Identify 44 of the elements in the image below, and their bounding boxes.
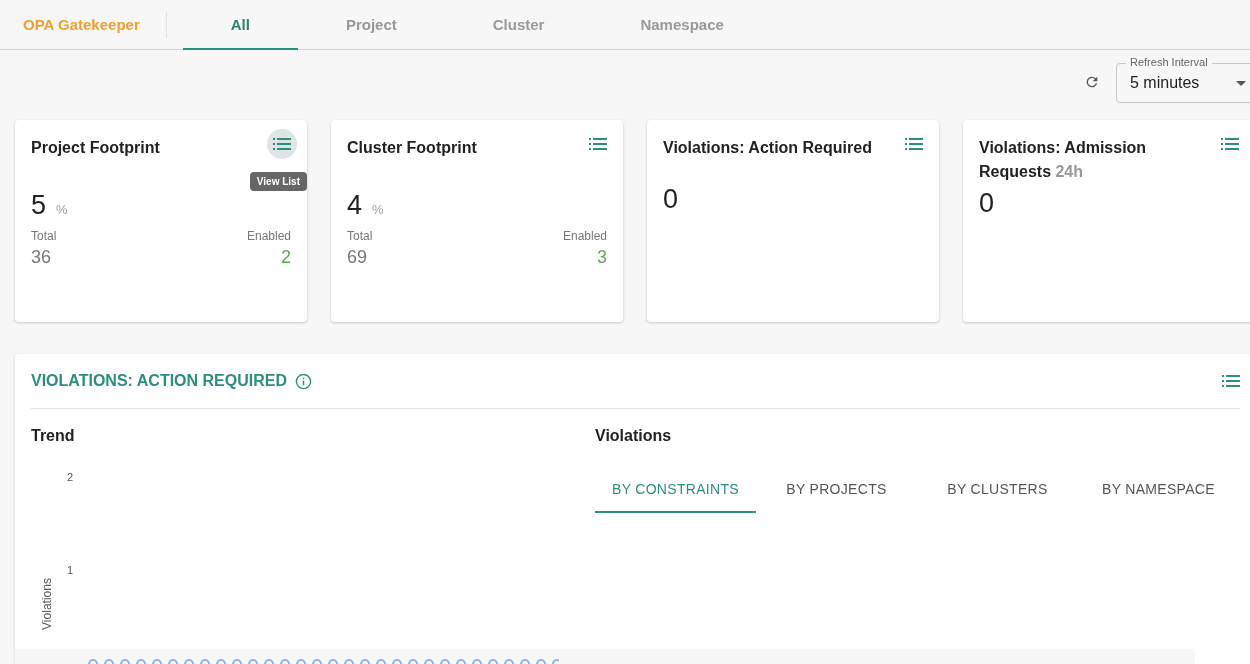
list-icon[interactable] xyxy=(589,137,607,151)
stat-label: Enabled xyxy=(246,229,291,243)
percent-unit: % xyxy=(372,202,384,217)
nav-tab[interactable]: All xyxy=(182,0,298,50)
list-icon[interactable] xyxy=(905,137,923,151)
axis-tick-label: 2 xyxy=(67,471,74,483)
card-title: Cluster Footprint xyxy=(347,138,477,158)
count-value: 0 xyxy=(663,184,679,214)
section-title: Trend xyxy=(31,427,75,444)
list-icon[interactable] xyxy=(273,137,291,151)
stat-label: Total xyxy=(31,229,57,243)
percent-unit: % xyxy=(56,202,68,217)
violations-tab[interactable]: BY CLUSTERS xyxy=(917,467,1078,513)
refresh-icon[interactable] xyxy=(1084,74,1100,90)
nav-tab[interactable]: Cluster xyxy=(444,0,593,50)
stat-value: 2 xyxy=(280,247,291,268)
violations-tab[interactable]: BY NAMESPACE xyxy=(1078,467,1239,513)
stat-value: 69 xyxy=(347,247,369,268)
stat-label: Total xyxy=(347,229,373,243)
axis-tick-label: 1 xyxy=(67,564,74,576)
axis-title: Violations xyxy=(39,578,54,630)
section-title: Violations xyxy=(595,427,672,444)
panel-title: VIOLATIONS: ACTION REQUIRED xyxy=(31,372,287,390)
violations-tab[interactable]: BY CONSTRAINTS xyxy=(595,467,756,513)
field-label: Refresh Interval xyxy=(1126,55,1212,69)
card-title: Violations: Action Required xyxy=(663,138,872,158)
info-icon[interactable] xyxy=(295,372,312,390)
percent-value: 5 xyxy=(31,190,47,221)
tooltip: View List xyxy=(249,172,307,191)
stat-value: 3 xyxy=(596,247,607,268)
app-title: OPA Gatekeeper xyxy=(0,11,167,38)
dropdown-caret-icon xyxy=(1236,80,1246,86)
list-icon[interactable] xyxy=(1222,374,1240,388)
violations-tab[interactable]: BY PROJECTS xyxy=(756,467,917,513)
card-title: Project Footprint xyxy=(31,138,160,158)
percent-value: 4 xyxy=(347,190,363,221)
list-icon[interactable] xyxy=(1221,137,1239,151)
view-list-button[interactable] xyxy=(267,129,297,159)
stat-value: 36 xyxy=(31,247,53,268)
nav-tab[interactable]: Namespace xyxy=(592,0,772,50)
stat-label: Enabled xyxy=(562,229,607,243)
count-value: 0 xyxy=(979,188,995,218)
card-title: Violations: Admission Requests 24h xyxy=(979,138,1148,182)
nav-tab[interactable]: Project xyxy=(297,0,445,50)
